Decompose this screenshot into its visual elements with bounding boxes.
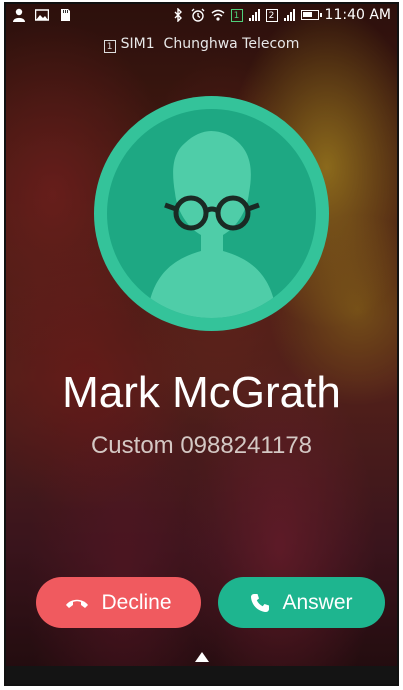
phone-icon (251, 593, 270, 612)
hang-up-icon (66, 599, 89, 608)
image-icon (35, 9, 49, 21)
swipe-up-handle-icon[interactable] (194, 652, 209, 662)
battery-icon (300, 10, 322, 20)
decline-button[interactable]: Decline (36, 577, 201, 628)
avatar (107, 109, 316, 318)
sim1-bars (248, 9, 260, 21)
incoming-call-screen: 1 2 11:40 AM 1 SIM1 Chunghwa Telecom Mark… (4, 2, 399, 686)
sd-card-icon (61, 9, 70, 21)
bottom-bar (6, 666, 397, 684)
contact-silhouette-icon (147, 131, 277, 318)
status-time: 11:40 AM (324, 7, 391, 23)
carrier-info: 1 SIM1 Chunghwa Telecom (6, 36, 397, 53)
wifi-icon (211, 9, 225, 21)
bluetooth-icon (174, 8, 182, 22)
answer-button[interactable]: Answer (218, 577, 385, 628)
sim2-signal-icon: 2 (265, 8, 278, 22)
person-icon (13, 8, 25, 22)
carrier-name: Chunghwa Telecom (163, 36, 300, 52)
decline-label: Decline (101, 590, 172, 614)
caller-number: Custom 0988241178 (90, 432, 313, 459)
sim-card-icon: 1 (103, 40, 116, 53)
sim1-signal-icon: 1 (230, 8, 243, 22)
answer-label: Answer (282, 590, 353, 614)
caller-name: Mark McGrath (62, 368, 341, 417)
status-bar: 1 2 11:40 AM (6, 4, 397, 28)
sim2-bars (283, 9, 295, 21)
carrier-sim-label: SIM1 (120, 36, 155, 52)
alarm-icon (191, 8, 205, 22)
